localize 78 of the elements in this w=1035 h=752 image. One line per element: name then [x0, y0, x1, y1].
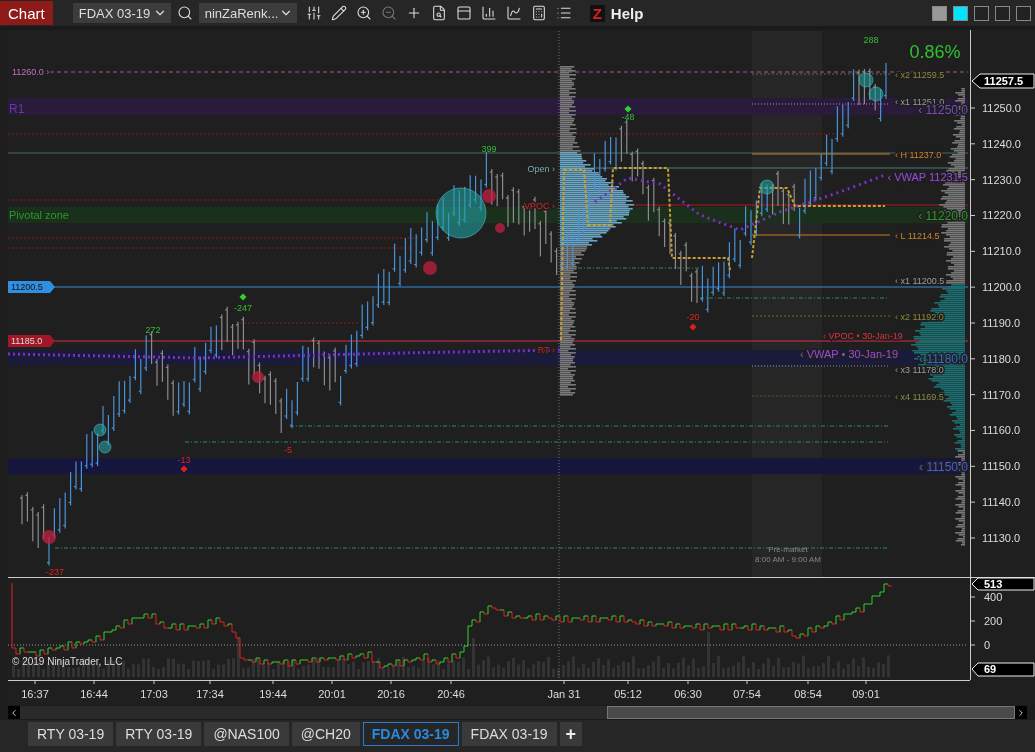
level-label: ‹ VWAP 11231.5 — [887, 170, 968, 183]
time-label: 19:44 — [259, 688, 287, 700]
delta-label: -13 — [177, 455, 191, 465]
current-price-tag: 11257.5 — [971, 73, 1035, 89]
time-label: 20:46 — [437, 688, 465, 700]
instrument-dropdown[interactable]: FDAX 03-19 — [72, 3, 171, 23]
delta-label: -237 — [46, 567, 64, 577]
add-tab-button[interactable]: + — [559, 722, 582, 746]
axis-label: 11160.0 — [982, 424, 1021, 437]
level-label: ‹ 11220.0 — [918, 209, 968, 223]
help-menu[interactable]: Help — [610, 4, 644, 22]
axis-label: 11250.0 — [982, 102, 1021, 114]
axis-label: 11150.0 — [982, 460, 1021, 473]
time-label: 17:34 — [196, 688, 224, 700]
instrument-tab[interactable]: FDAX 03-19 — [362, 722, 459, 746]
time-label: 08:54 — [794, 688, 822, 700]
level-label: ‹ VWAP • 30-Jan-19 — [800, 347, 898, 360]
axis-label: 11130.0 — [982, 531, 1021, 544]
axis-label: 200 — [984, 615, 1003, 627]
instrument-tab[interactable]: @NAS100 — [204, 722, 289, 746]
delta-label: 288 — [863, 35, 879, 45]
time-label: 06:30 — [674, 688, 702, 700]
axis-label: 11200.0 — [982, 281, 1021, 294]
axis-label: 11220.0 — [982, 209, 1021, 222]
copyright-text: © 2019 NinjaTrader, LLC — [12, 656, 123, 667]
marker-label: Open › — [527, 164, 555, 174]
current-value-tag: 513 — [971, 577, 1035, 591]
low-value-tag: 69 — [971, 662, 1035, 677]
axis-label: 11210.0 — [982, 245, 1021, 258]
axis-label: 11190.0 — [982, 317, 1021, 329]
time-label: 07:54 — [733, 688, 761, 700]
zone-label: R1 — [9, 102, 25, 116]
price-tag: 11200.5 — [8, 281, 55, 293]
delta-label: -247 — [234, 303, 252, 313]
delta-label: 272 — [145, 325, 161, 335]
time-label: 09:01 — [852, 688, 880, 700]
level-label: ‹ VPOC • 30-Jan-19 — [823, 331, 903, 341]
axis-label: 400 — [984, 591, 1003, 603]
marker-label: RT › — [537, 345, 555, 355]
time-label: 16:37 — [21, 688, 49, 700]
axis-label: 11230.0 — [982, 173, 1021, 186]
percent-change: 0.86% — [909, 42, 961, 62]
session-title: Pre-market — [768, 545, 808, 554]
price-label: 11260.0 › — [12, 67, 50, 77]
axis-label: 11140.0 — [982, 496, 1021, 509]
instrument-tab[interactable]: RTY 03-19 — [28, 722, 114, 746]
level-label: ‹ x1 11200.5 — [895, 276, 945, 286]
level-label: ‹ x3 11178.0 — [895, 365, 944, 375]
time-label: 16:44 — [80, 688, 108, 700]
bar-type-dropdown[interactable]: ninZaRenk... — [198, 3, 297, 23]
axis-label: 0 — [984, 639, 991, 651]
time-label: 05:12 — [614, 688, 642, 700]
instrument-tab[interactable]: @CH20 — [291, 722, 360, 746]
axis-label: 11180.0 — [982, 352, 1021, 365]
delta-label: -20 — [686, 312, 700, 322]
level-label: ‹ x4 11169.5 — [895, 392, 944, 402]
axis-label: 11170.0 — [982, 388, 1021, 401]
logo[interactable]: Z — [589, 4, 605, 22]
session-hours: 8:00 AM - 9:00 AM — [755, 555, 821, 564]
marker-label: VPOC › — [524, 201, 555, 211]
time-label: 17:03 — [140, 688, 168, 700]
zone-label: Pivotal zone — [9, 209, 69, 221]
instrument-tab[interactable]: FDAX 03-19 — [461, 722, 557, 746]
time-label: 20:16 — [377, 688, 405, 700]
level-label: ‹ L 11214.5 — [895, 231, 940, 241]
axis-label: 11240.0 — [982, 137, 1021, 150]
delta-label: 399 — [481, 144, 497, 154]
instrument-tab[interactable]: RTY 03-19 — [116, 722, 202, 746]
time-label: Jan 31 — [547, 688, 581, 700]
level-label: ‹ H 11237.0 — [895, 150, 942, 160]
chart-tab[interactable]: Chart — [0, 1, 53, 25]
level-label: ‹ x2 11259.5 — [895, 70, 945, 80]
delta-label: -5 — [284, 445, 292, 455]
level-label: ‹ x2 11192.0 — [895, 312, 944, 322]
level-label: ‹ 11150.0 — [919, 460, 968, 474]
delta-label: -48 — [621, 112, 635, 122]
price-tag: 11185.0 — [8, 335, 55, 347]
time-label: 20:01 — [318, 688, 346, 700]
